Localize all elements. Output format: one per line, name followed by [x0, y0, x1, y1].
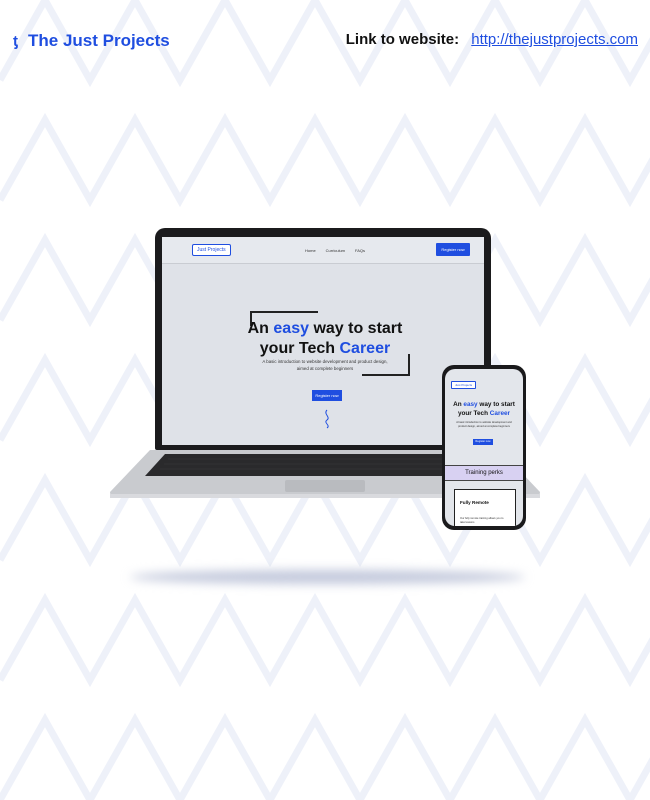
phone-hero-title: An easy way to start your Tech Career [453, 401, 515, 417]
laptop-screen: Just Projects Home Curriculum FAQs Regis… [162, 237, 484, 445]
brand-name: The Just Projects [28, 31, 170, 50]
phone-register-button[interactable]: Register now [473, 439, 493, 445]
device-shadow [130, 570, 525, 584]
website-link[interactable]: http://thejustprojects.com [471, 31, 638, 48]
phone-mockup: Just Projects An easy way to start your … [442, 365, 526, 530]
laptop-mockup: Just Projects Home Curriculum FAQs Regis… [155, 228, 491, 450]
site-navbar: Just Projects Home Curriculum FAQs Regis… [162, 237, 484, 264]
nav-link-home[interactable]: Home [305, 248, 316, 253]
brand: ƫ The Just Projects [13, 31, 170, 51]
hero-subtitle: A basic introduction to website developm… [262, 359, 388, 371]
phone-screen: Just Projects An easy way to start your … [445, 369, 523, 526]
training-perks-band: Training perks [445, 465, 523, 481]
perk-card-title: Fully Remote [460, 500, 489, 505]
site-logo[interactable]: Just Projects [192, 244, 231, 256]
hero-register-button[interactable]: Register now [312, 390, 342, 401]
nav-link-curriculum[interactable]: Curriculum [326, 248, 345, 253]
website-link-bar: Link to website: http://thejustprojects.… [346, 31, 638, 48]
phone-hero-subtitle: A basic introduction to website developm… [456, 421, 512, 428]
perk-card: Fully Remote Our fully remote training a… [454, 489, 516, 526]
hero-title: An easy way to start your Tech Career [247, 320, 403, 357]
brand-logo-icon: ƫ [13, 32, 18, 50]
nav-links: Home Curriculum FAQs [305, 248, 365, 253]
link-label: Link to website: [345, 31, 460, 48]
perk-card-text: Our fully remote training allows you to … [460, 517, 504, 524]
phone-site-logo[interactable]: Just Projects [451, 381, 477, 389]
nav-register-button[interactable]: Register now [436, 243, 470, 256]
squiggle-icon [325, 409, 329, 429]
nav-link-faqs[interactable]: FAQs [355, 248, 365, 253]
